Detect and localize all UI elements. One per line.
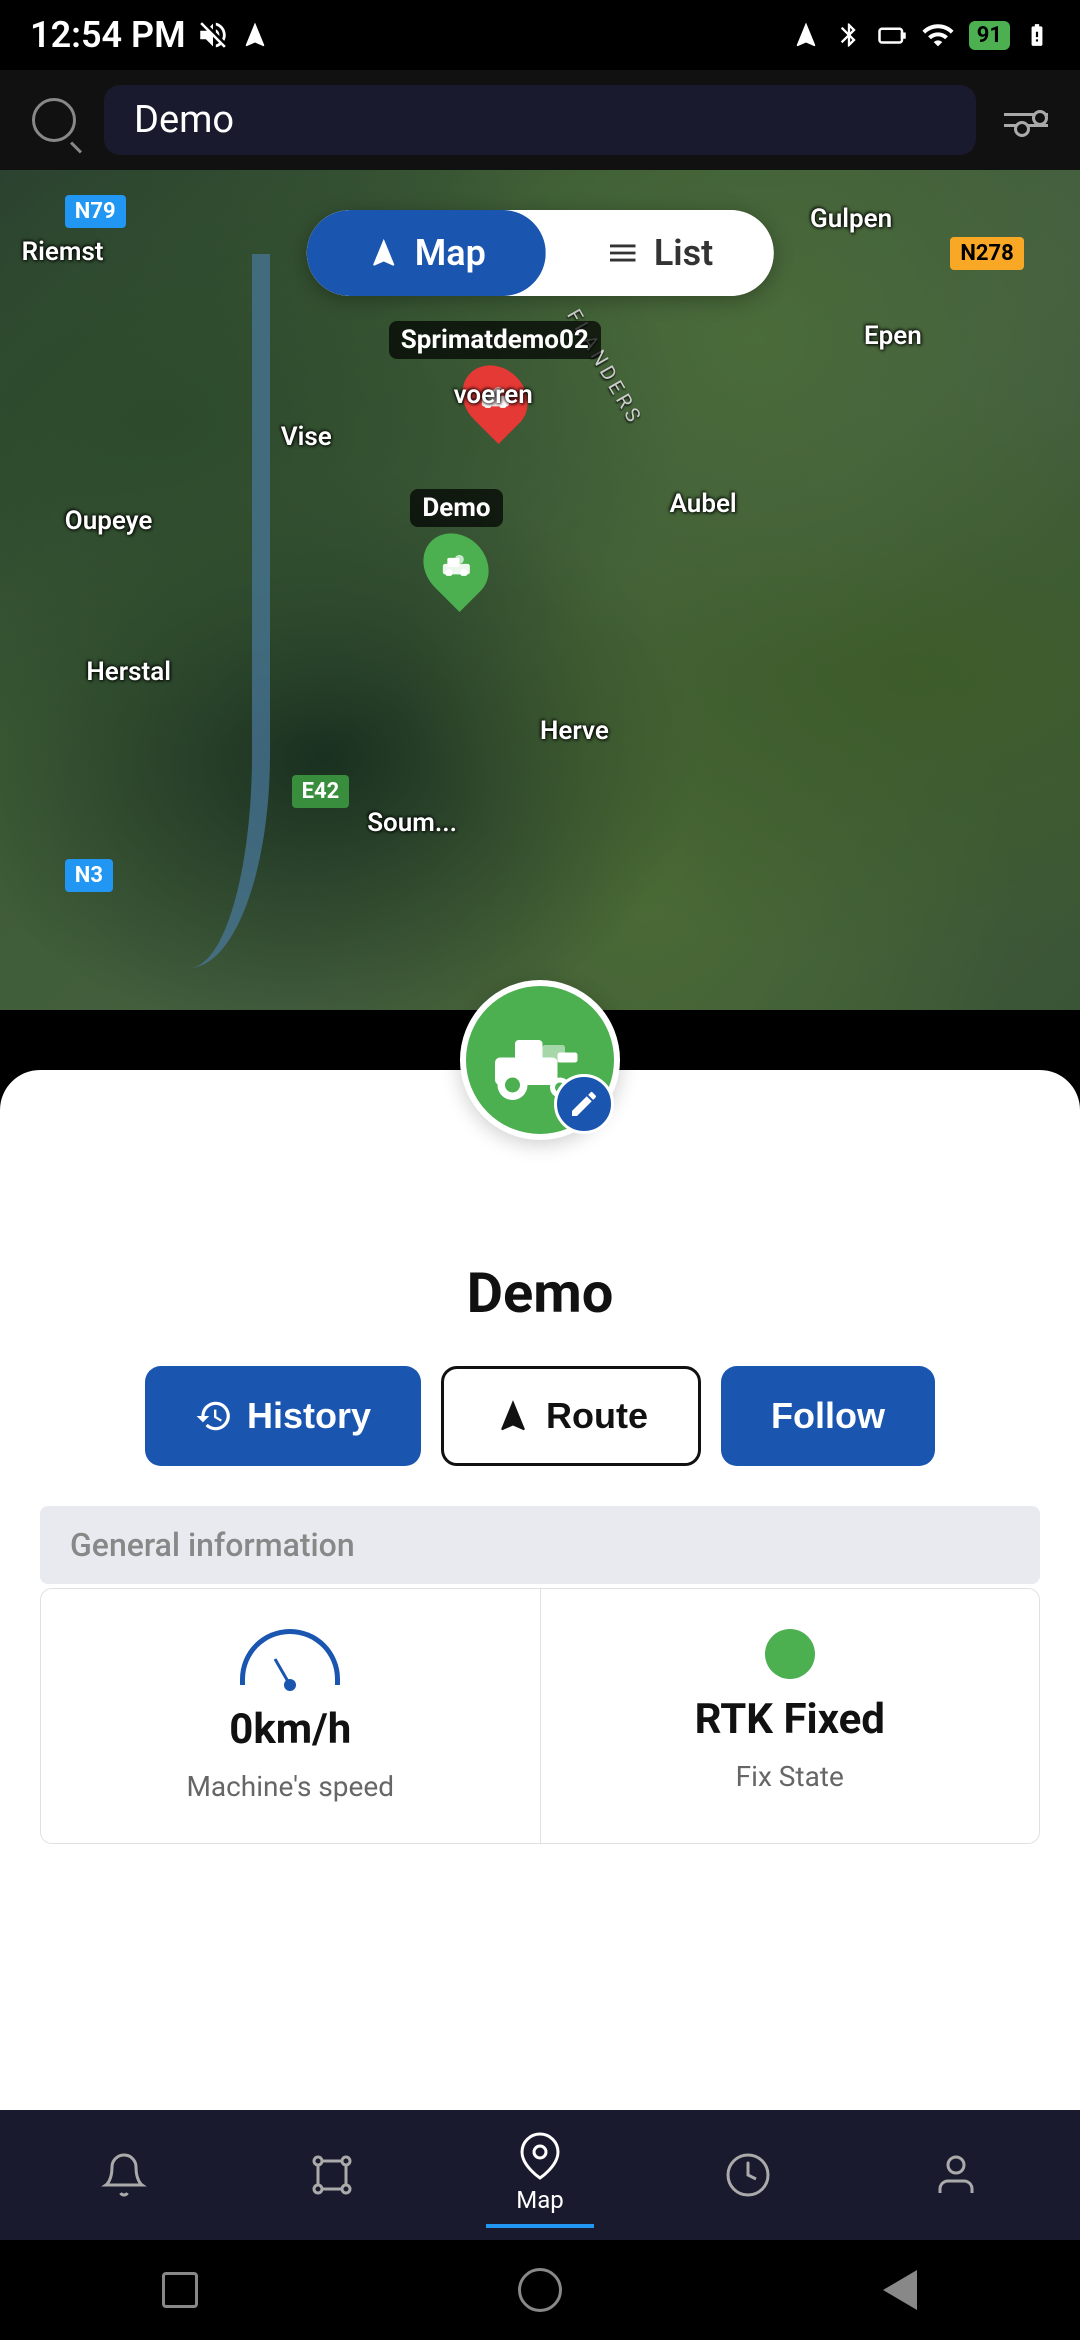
panel-content: Demo History Route Follow General inform…: [0, 1160, 1080, 1874]
follow-button[interactable]: Follow: [721, 1366, 935, 1466]
action-buttons: History Route Follow: [40, 1366, 1040, 1466]
history-icon: [195, 1397, 233, 1435]
list-button[interactable]: List: [546, 210, 773, 296]
rtk-card: RTK Fixed Fix State: [541, 1589, 1040, 1843]
map-river: [0, 254, 270, 968]
place-gulpen: Gulpen: [810, 204, 892, 234]
status-bar: 12:54 PM 91: [0, 0, 1080, 70]
status-time: 12:54 PM: [30, 14, 186, 56]
place-herstal: Herstal: [86, 657, 171, 687]
road-n3: N3: [65, 859, 113, 892]
marker-sprimatdemo02[interactable]: Sprimatdemo02: [389, 321, 601, 433]
bell-icon: [100, 2151, 148, 2199]
road-n278: N278: [950, 237, 1023, 270]
recent-apps-button[interactable]: [150, 2260, 210, 2320]
system-bar: [0, 2240, 1080, 2340]
search-value: Demo: [134, 98, 234, 142]
list-icon: [606, 236, 640, 270]
map-satellite: Riemst Gulpen Epen Vise Aubel Oupeye Her…: [0, 170, 1080, 1010]
clock-icon: [724, 2151, 772, 2199]
place-aubel: Aubel: [670, 489, 737, 519]
charging-icon: [1024, 18, 1050, 52]
navigation-arrow-icon: [367, 236, 401, 270]
route-icon: [494, 1397, 532, 1435]
map-label: Map: [415, 232, 486, 274]
place-epen: Epen: [864, 321, 922, 351]
road-n79: N79: [65, 195, 126, 228]
rtk-status-dot: [765, 1629, 815, 1679]
vehicle-avatar: [460, 980, 620, 1140]
map-pin-nav-icon: [516, 2132, 564, 2180]
person-icon: [932, 2151, 980, 2199]
wifi-icon: [921, 18, 955, 52]
follow-label: Follow: [771, 1395, 885, 1437]
map-area[interactable]: Riemst Gulpen Epen Vise Aubel Oupeye Her…: [0, 170, 1080, 1010]
place-vise: Vise: [281, 422, 332, 452]
battery-percentage: 91: [969, 21, 1010, 50]
battery-icon: [877, 20, 907, 50]
list-label: List: [654, 232, 713, 274]
nav-alerts[interactable]: [70, 2141, 178, 2209]
edit-badge[interactable]: [554, 1074, 614, 1134]
nav-shapes[interactable]: [278, 2141, 386, 2209]
search-input-box[interactable]: Demo: [104, 85, 976, 155]
nav-map[interactable]: Map: [486, 2122, 594, 2228]
bottom-panel: Demo History Route Follow General inform…: [0, 1070, 1080, 2340]
road-e42: E42: [292, 775, 350, 808]
map-button[interactable]: Map: [307, 210, 546, 296]
nav-map-label: Map: [516, 2186, 563, 2214]
place-herve: Herve: [540, 716, 609, 746]
speed-card: 0km/h Machine's speed: [41, 1589, 541, 1843]
route-label: Route: [546, 1395, 648, 1437]
home-button[interactable]: [510, 2260, 570, 2320]
nav-history[interactable]: [694, 2141, 802, 2209]
place-voeren: voeren: [454, 380, 533, 410]
shapes-icon: [308, 2151, 356, 2199]
info-cards: 0km/h Machine's speed RTK Fixed Fix Stat…: [40, 1588, 1040, 1844]
marker-demo-label: Demo: [410, 489, 502, 527]
history-button[interactable]: History: [145, 1366, 421, 1466]
map-toggle: Map List: [307, 210, 774, 296]
status-icons: 91: [791, 18, 1050, 52]
place-riemst: Riemst: [22, 237, 104, 267]
history-label: History: [247, 1395, 371, 1437]
status-left: 12:54 PM: [30, 14, 270, 56]
place-soum: Soum...: [367, 808, 457, 838]
speed-value: 0km/h: [229, 1705, 351, 1754]
marker-sprimatdemo02-label: Sprimatdemo02: [389, 321, 601, 359]
navigation-icon: [240, 20, 270, 50]
bottom-nav: Map: [0, 2110, 1080, 2240]
device-name: Demo: [40, 1260, 1040, 1326]
bluetooth-icon: [835, 21, 863, 49]
filter-icon[interactable]: [996, 90, 1056, 150]
nav-profile[interactable]: [902, 2141, 1010, 2209]
location-icon: [791, 20, 821, 50]
route-button[interactable]: Route: [441, 1366, 701, 1466]
search-bar: Demo: [0, 70, 1080, 170]
place-oupeye: Oupeye: [65, 506, 153, 536]
edit-icon: [568, 1088, 600, 1120]
search-icon[interactable]: [24, 90, 84, 150]
rtk-label: Fix State: [736, 1760, 844, 1793]
avatar-container: [0, 1070, 1080, 1160]
speed-gauge-icon: [240, 1629, 340, 1689]
section-header: General information: [40, 1506, 1040, 1584]
mute-icon: [196, 18, 230, 52]
back-button[interactable]: [870, 2260, 930, 2320]
rtk-value: RTK Fixed: [695, 1695, 885, 1744]
speed-label: Machine's speed: [186, 1770, 394, 1803]
marker-demo[interactable]: Demo: [410, 489, 502, 601]
